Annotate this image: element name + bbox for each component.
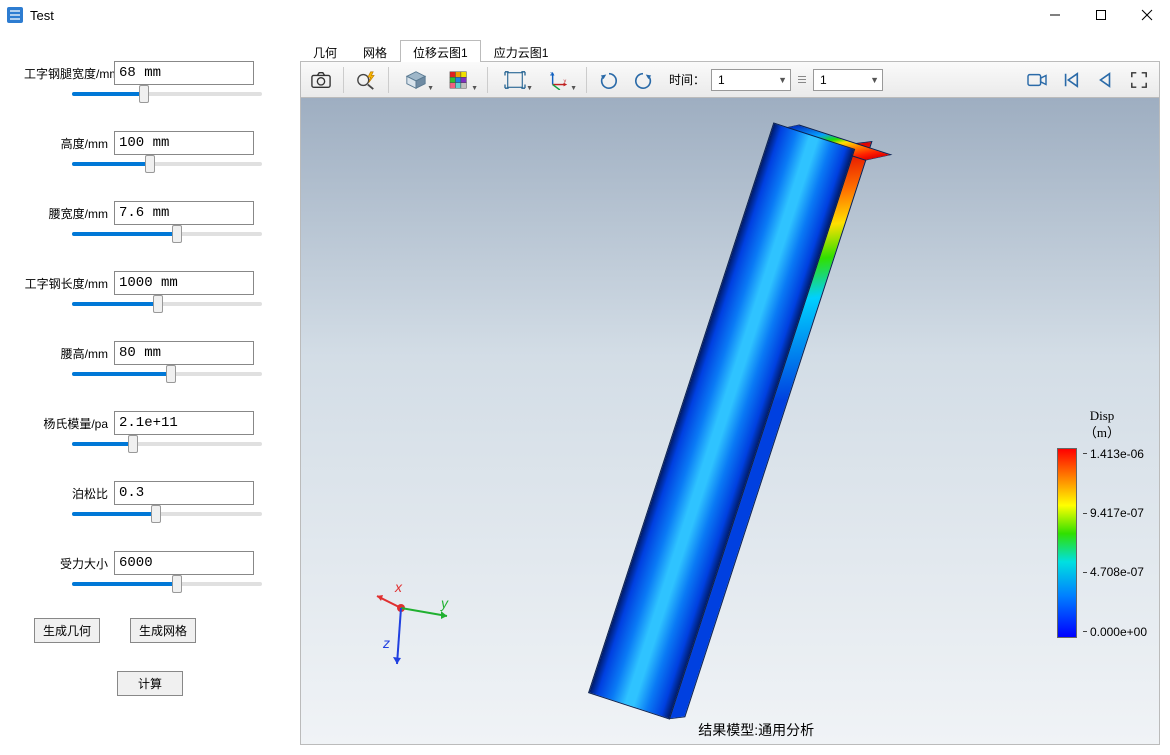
result-caption: 结果模型:通用分析: [698, 720, 814, 740]
time-select-1[interactable]: 1 ▼: [711, 69, 791, 91]
viewer-toolbar: ▼ ▼ ▼: [300, 62, 1160, 98]
time-label: 时间：: [669, 71, 705, 88]
parameter-sidebar: 工字钢腿宽度/mm 高度/mm 腰宽度/mm 工字钢长度/mm 腰高/mm 杨氏模量/pa…: [0, 30, 300, 755]
minimize-button[interactable]: [1032, 0, 1078, 30]
auto-lightning-icon[interactable]: [350, 65, 382, 95]
gen-mesh-button[interactable]: 生成网格: [130, 618, 196, 643]
param-input-7[interactable]: [114, 551, 254, 575]
chevron-down-icon: ▼: [778, 75, 787, 85]
tab-3[interactable]: 应力云图1: [481, 40, 562, 62]
time-value-2: 1: [820, 73, 827, 87]
param-input-3[interactable]: [114, 271, 254, 295]
expand-icon[interactable]: [1123, 65, 1155, 95]
param-slider-6[interactable]: [72, 512, 262, 516]
svg-text:y: y: [564, 78, 567, 84]
param-label: 泊松比: [24, 485, 114, 502]
param-input-2[interactable]: [114, 201, 254, 225]
step-back-icon[interactable]: [1089, 65, 1121, 95]
param-slider-3[interactable]: [72, 302, 262, 306]
param-slider-4[interactable]: [72, 372, 262, 376]
view-tabs: 几何网格位移云图1应力云图1: [300, 40, 1160, 62]
legend-title-2: （m）: [1084, 425, 1120, 442]
calculate-button[interactable]: 计算: [117, 671, 183, 696]
app-icon: [6, 6, 24, 24]
param-input-6[interactable]: [114, 481, 254, 505]
splitter-grip[interactable]: [795, 69, 809, 91]
param-input-5[interactable]: [114, 411, 254, 435]
axes-orientation-icon[interactable]: z y ▼: [538, 65, 580, 95]
param-slider-5[interactable]: [72, 442, 262, 446]
shaded-mode-icon[interactable]: ▼: [395, 65, 437, 95]
chevron-down-icon: ▼: [870, 75, 879, 85]
maximize-button[interactable]: [1078, 0, 1124, 30]
tab-1[interactable]: 网格: [350, 40, 400, 62]
color-cube-icon[interactable]: ▼: [439, 65, 481, 95]
legend-colorbar: [1057, 448, 1077, 638]
fit-view-icon[interactable]: ▼: [494, 65, 536, 95]
param-slider-7[interactable]: [72, 582, 262, 586]
legend-tick: 9.417e-07: [1083, 507, 1147, 519]
param-label: 工字钢长度/mm: [24, 275, 114, 292]
result-canvas[interactable]: x y z Disp （m）: [300, 98, 1160, 745]
video-camera-icon[interactable]: [1021, 65, 1053, 95]
time-select-2[interactable]: 1 ▼: [813, 69, 883, 91]
window-title: Test: [30, 8, 1032, 23]
param-label: 腰高/mm: [24, 345, 114, 362]
param-slider-1[interactable]: [72, 162, 262, 166]
param-input-0[interactable]: [114, 61, 254, 85]
legend-tick: 4.708e-07: [1083, 566, 1147, 578]
param-label: 杨氏模量/pa: [24, 415, 114, 432]
rotate-cw-icon[interactable]: [627, 65, 659, 95]
viewer-panel: 几何网格位移云图1应力云图1: [300, 30, 1170, 755]
param-label: 腰宽度/mm: [24, 205, 114, 222]
legend-tick: 0.000e+00: [1083, 626, 1147, 638]
param-label: 高度/mm: [24, 135, 114, 152]
window-controls: [1032, 0, 1170, 30]
param-slider-2[interactable]: [72, 232, 262, 236]
param-label: 工字钢腿宽度/mm: [24, 65, 114, 82]
tab-0[interactable]: 几何: [300, 40, 350, 62]
param-label: 受力大小: [24, 555, 114, 572]
svg-text:z: z: [550, 71, 553, 77]
legend-tick: 1.413e-06: [1083, 448, 1147, 460]
legend-title-1: Disp: [1084, 408, 1120, 425]
param-input-4[interactable]: [114, 341, 254, 365]
time-value-1: 1: [718, 73, 725, 87]
titlebar: Test: [0, 0, 1170, 30]
param-slider-0[interactable]: [72, 92, 262, 96]
skip-first-icon[interactable]: [1055, 65, 1087, 95]
tab-2[interactable]: 位移云图1: [400, 40, 481, 62]
gen-geom-button[interactable]: 生成几何: [34, 618, 100, 643]
snapshot-icon[interactable]: [305, 65, 337, 95]
close-button[interactable]: [1124, 0, 1170, 30]
param-input-1[interactable]: [114, 131, 254, 155]
rotate-ccw-icon[interactable]: [593, 65, 625, 95]
color-legend: Disp （m） 1.413e-06 9.417e-07 4.708e-07 0.00…: [1057, 408, 1147, 638]
